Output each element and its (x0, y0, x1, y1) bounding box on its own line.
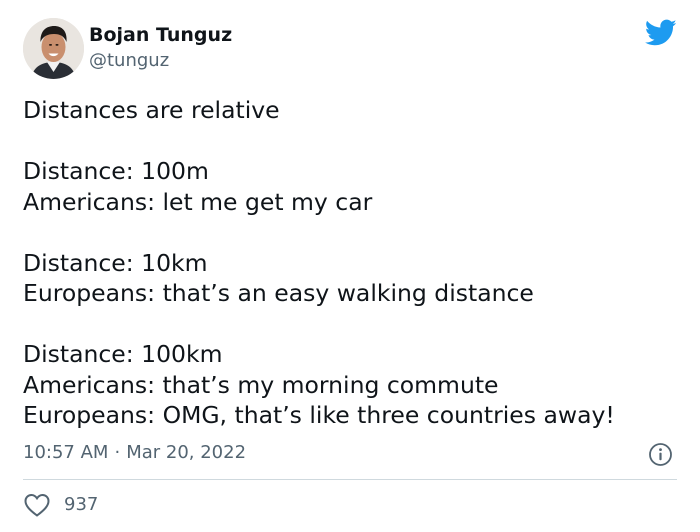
author-display-name[interactable]: Bojan Tunguz (89, 22, 232, 48)
tweet-text: Distances are relative Distance: 100m Am… (23, 95, 683, 431)
tweet-timestamp[interactable]: 10:57 AM · Mar 20, 2022 (23, 441, 246, 465)
tweet-line: Americans: let me get my car (23, 187, 373, 216)
tweet-card: Bojan Tunguz @tunguz Distances are relat… (0, 0, 700, 532)
tweet-time: 10:57 AM (23, 442, 109, 463)
tweet-line: Distance: 10km (23, 248, 208, 277)
tweet-line: Americans: that’s my morning commute (23, 370, 499, 399)
heart-icon (24, 493, 50, 517)
tweet-line: Europeans: that’s an easy walking distan… (23, 279, 534, 307)
tweet-line: Distances are relative (23, 96, 280, 124)
avatar[interactable] (23, 18, 84, 79)
info-icon[interactable] (648, 442, 673, 467)
author-handle[interactable]: @tunguz (89, 48, 169, 74)
tweet-date: Mar 20, 2022 (126, 442, 247, 463)
like-count: 937 (64, 494, 99, 515)
like-button[interactable]: 937 (23, 490, 98, 520)
tweet-line: Europeans: OMG, that’s like three countr… (23, 401, 615, 429)
meta-separator: · (114, 442, 121, 463)
avatar-portrait-icon (23, 18, 84, 79)
tweet-line: Distance: 100m (23, 157, 209, 185)
twitter-bird-icon[interactable] (644, 19, 677, 47)
divider (23, 479, 677, 480)
tweet-line: Distance: 100km (23, 340, 223, 368)
